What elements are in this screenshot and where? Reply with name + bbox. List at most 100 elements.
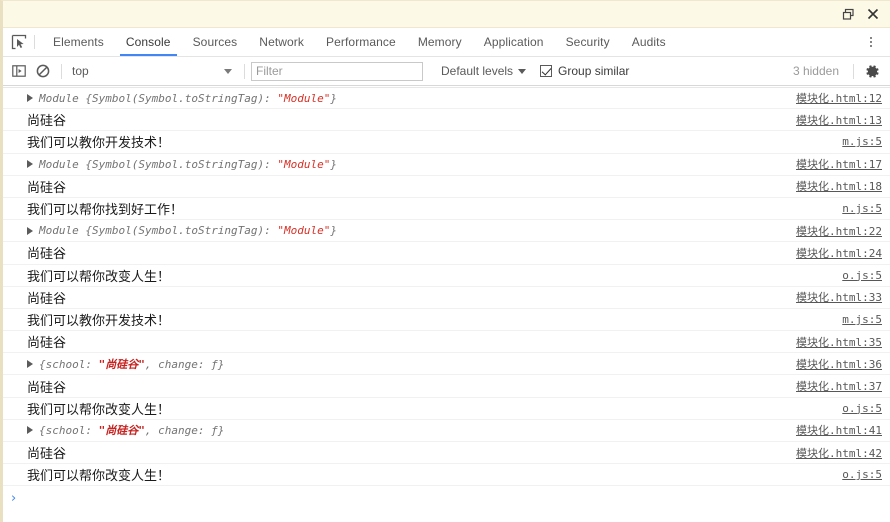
console-message-content: 我们可以帮你找到好工作！: [27, 199, 842, 218]
log-object-preview: {school: "尚硅谷", change: ƒ}: [39, 357, 225, 371]
console-message-content: 我们可以帮你改变人生！: [27, 266, 842, 285]
log-text: 我们可以帮你改变人生！: [27, 402, 171, 418]
chevron-down-icon: [224, 68, 232, 74]
source-link[interactable]: n.js:5: [842, 202, 882, 215]
expand-triangle-icon[interactable]: [27, 94, 33, 103]
console-message-row[interactable]: 尚硅谷 模块化.html:33: [3, 287, 890, 309]
log-text: 我们可以教你开发技术！: [27, 313, 171, 329]
log-object-preview: Module {Symbol(Symbol.toStringTag): "Mod…: [39, 91, 338, 105]
source-link[interactable]: 模块化.html:41: [796, 422, 882, 438]
console-message-content: 尚硅谷: [27, 443, 796, 462]
undock-window-icon[interactable]: [841, 7, 855, 21]
console-message-content: 尚硅谷: [27, 177, 796, 196]
log-levels-select[interactable]: Default levels: [441, 64, 527, 78]
console-message-content: 尚硅谷: [27, 288, 796, 307]
log-text: 我们可以帮你改变人生！: [27, 469, 171, 485]
expand-triangle-icon[interactable]: [27, 160, 33, 169]
source-link[interactable]: m.js:5: [842, 135, 882, 148]
console-message-content: Module {Symbol(Symbol.toStringTag): "Mod…: [27, 158, 796, 171]
clear-console-icon[interactable]: [31, 59, 55, 83]
console-message-row[interactable]: Module {Symbol(Symbol.toStringTag): "Mod…: [3, 87, 890, 110]
console-message-row[interactable]: 尚硅谷 模块化.html:24: [3, 242, 890, 265]
console-message-row[interactable]: 我们可以帮你找到好工作！ n.js:5: [3, 198, 890, 221]
log-text: 尚硅谷: [27, 291, 67, 307]
console-message-row[interactable]: Module {Symbol(Symbol.toStringTag): "Mod…: [3, 220, 890, 243]
expand-triangle-icon[interactable]: [27, 226, 33, 235]
source-link[interactable]: 模块化.html:37: [796, 378, 882, 394]
log-object-preview: Module {Symbol(Symbol.toStringTag): "Mod…: [39, 224, 338, 238]
close-icon[interactable]: [866, 7, 880, 21]
tab-audits[interactable]: Audits: [621, 28, 677, 56]
inspect-element-icon[interactable]: [3, 28, 34, 56]
log-levels-label: Default levels: [441, 64, 514, 78]
source-link[interactable]: 模块化.html:12: [796, 90, 882, 106]
source-link[interactable]: o.js:5: [842, 269, 882, 282]
console-message-row[interactable]: 尚硅谷 模块化.html:13: [3, 109, 890, 132]
log-object-preview: {school: "尚硅谷", change: ƒ}: [39, 424, 225, 438]
tab-console[interactable]: Console: [115, 28, 182, 56]
tab-label: Elements: [53, 35, 104, 49]
source-link[interactable]: 模块化.html:18: [796, 178, 882, 194]
tab-label: Performance: [326, 35, 396, 49]
source-link[interactable]: 模块化.html:33: [796, 289, 882, 305]
source-link[interactable]: 模块化.html:24: [796, 245, 882, 261]
group-similar-checkbox[interactable]: [540, 65, 553, 77]
tab-label: Audits: [631, 35, 666, 49]
console-prompt-row[interactable]: ›: [3, 486, 890, 510]
tab-label: Security: [565, 35, 610, 49]
kebab-menu-icon[interactable]: [858, 28, 884, 56]
source-link[interactable]: 模块化.html:36: [796, 356, 882, 372]
log-text: 尚硅谷: [27, 336, 67, 352]
source-link[interactable]: o.js:5: [842, 402, 882, 415]
log-text: 尚硅谷: [27, 247, 67, 263]
console-message-row[interactable]: {school: "尚硅谷", change: ƒ} 模块化.html:36: [3, 353, 890, 376]
console-message-row[interactable]: 我们可以帮你改变人生！ o.js:5: [3, 265, 890, 287]
log-text: 我们可以帮你找到好工作！: [27, 203, 184, 219]
console-message-row[interactable]: 我们可以帮你改变人生！ o.js:5: [3, 398, 890, 420]
tab-label: Console: [125, 35, 171, 49]
hidden-messages-count: 3 hidden: [792, 64, 839, 78]
toolbar-divider-2: [244, 63, 245, 79]
devtools-window: Elements Console Sources Network Perform…: [0, 0, 890, 522]
expand-triangle-icon[interactable]: [27, 426, 33, 435]
source-link[interactable]: 模块化.html:42: [796, 445, 882, 461]
console-message-content: 我们可以帮你改变人生！: [27, 399, 842, 418]
expand-triangle-icon[interactable]: [27, 359, 33, 368]
devtools-titlebar: [3, 1, 890, 28]
tab-elements[interactable]: Elements: [42, 28, 115, 56]
tab-label: Network: [259, 35, 305, 49]
console-message-row[interactable]: 我们可以帮你改变人生！ o.js:5: [3, 464, 890, 487]
tab-sources[interactable]: Sources: [182, 28, 249, 56]
tab-performance[interactable]: Performance: [315, 28, 407, 56]
console-sidebar-icon[interactable]: [7, 59, 31, 83]
tab-application[interactable]: Application: [473, 28, 555, 56]
filter-input[interactable]: [251, 61, 423, 81]
source-link[interactable]: 模块化.html:22: [796, 223, 882, 239]
console-message-list[interactable]: Module {Symbol(Symbol.toStringTag): "Mod…: [3, 87, 890, 522]
source-link[interactable]: 模块化.html:13: [796, 112, 882, 128]
source-link[interactable]: m.js:5: [842, 313, 882, 326]
console-message-row[interactable]: {school: "尚硅谷", change: ƒ} 模块化.html:41: [3, 420, 890, 442]
console-message-row[interactable]: 尚硅谷 模块化.html:42: [3, 442, 890, 465]
source-link[interactable]: 模块化.html:17: [796, 156, 882, 172]
source-link[interactable]: o.js:5: [842, 468, 882, 481]
source-link[interactable]: 模块化.html:35: [796, 334, 882, 350]
group-similar-toggle[interactable]: Group similar: [540, 64, 629, 78]
console-message-content: 我们可以教你开发技术！: [27, 310, 842, 329]
console-message-row[interactable]: Module {Symbol(Symbol.toStringTag): "Mod…: [3, 154, 890, 176]
prompt-chevron-icon: ›: [11, 490, 17, 506]
log-text: 尚硅谷: [27, 447, 67, 463]
console-message-row[interactable]: 我们可以教你开发技术！ m.js:5: [3, 131, 890, 154]
console-message-row[interactable]: 尚硅谷 模块化.html:37: [3, 375, 890, 398]
console-message-content: 尚硅谷: [27, 110, 796, 129]
console-message-row[interactable]: 尚硅谷 模块化.html:35: [3, 331, 890, 354]
execution-context-select[interactable]: top: [68, 64, 238, 78]
tab-memory[interactable]: Memory: [407, 28, 473, 56]
tab-security[interactable]: Security: [555, 28, 621, 56]
console-message-row[interactable]: 尚硅谷 模块化.html:18: [3, 176, 890, 198]
tab-network[interactable]: Network: [248, 28, 315, 56]
gear-icon[interactable]: [860, 59, 884, 83]
tab-list: Elements Console Sources Network Perform…: [35, 28, 857, 56]
tab-label: Sources: [192, 35, 238, 49]
console-message-row[interactable]: 我们可以教你开发技术！ m.js:5: [3, 309, 890, 332]
